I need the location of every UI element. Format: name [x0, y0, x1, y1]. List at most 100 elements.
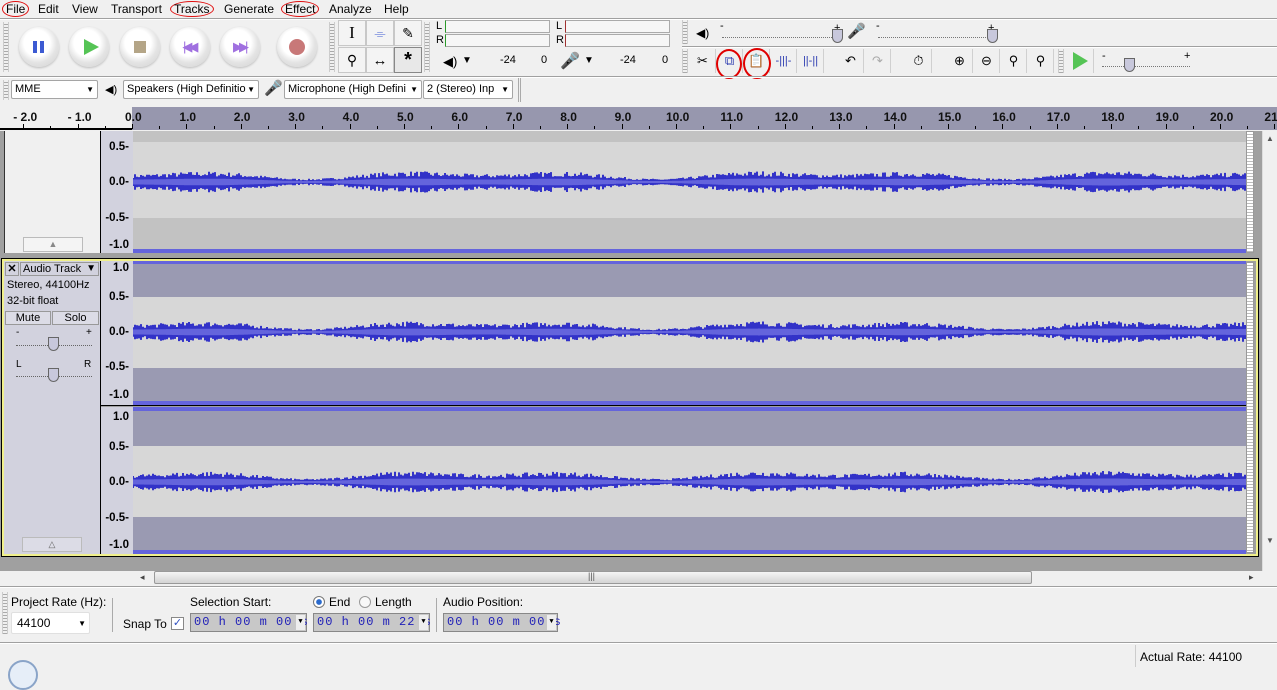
- collapse-track-button[interactable]: △: [22, 537, 82, 552]
- gain-slider-thumb[interactable]: [48, 337, 59, 351]
- skip-to-end-button[interactable]: ▶▶|: [220, 27, 260, 67]
- close-track-button[interactable]: ✕: [5, 262, 19, 276]
- menu-tracks[interactable]: Tracks: [170, 1, 214, 17]
- menu-help[interactable]: Help: [382, 2, 411, 16]
- silence-audio-button[interactable]: ||-||: [798, 49, 824, 73]
- toolbar-grip[interactable]: [682, 49, 688, 73]
- menu-transport[interactable]: Transport: [109, 2, 164, 16]
- track2-right-waveform[interactable]: [133, 407, 1246, 554]
- undo-button[interactable]: ↶: [838, 49, 864, 73]
- sync-lock-button[interactable]: ⏱: [906, 49, 932, 73]
- output-device-value: Speakers (High Definitio: [127, 83, 246, 95]
- output-volume-slider[interactable]: [722, 37, 840, 38]
- host-select[interactable]: MME ▼: [11, 80, 98, 99]
- input-device-select[interactable]: Microphone (High Defini ▼: [284, 80, 422, 99]
- scroll-down-icon[interactable]: ▼: [1266, 536, 1274, 545]
- multi-tool[interactable]: *: [394, 47, 422, 73]
- record-meter-left[interactable]: [565, 20, 670, 33]
- selection-tool[interactable]: I: [338, 20, 366, 46]
- mute-button[interactable]: Mute: [5, 311, 51, 325]
- ruler-tick-label: 11.0: [720, 110, 744, 124]
- input-channels-select[interactable]: 2 (Stereo) Inp ▼: [423, 80, 513, 99]
- track2-resize-handle[interactable]: [1246, 262, 1254, 553]
- track2-right-vertical-ruler: 1.0 0.5- 0.0- -0.5- -1.0: [101, 407, 133, 554]
- track1-resize-handle[interactable]: [1246, 131, 1254, 253]
- snap-to-checkbox[interactable]: ✓: [171, 617, 184, 630]
- skip-to-start-button[interactable]: |◀◀: [170, 27, 210, 67]
- chevron-down-icon[interactable]: ▼: [419, 615, 428, 630]
- redo-button[interactable]: ↷: [865, 49, 891, 73]
- zoom-out-button[interactable]: ⊖: [974, 49, 1000, 73]
- end-label: End: [329, 595, 351, 609]
- waveform-baseline: [133, 401, 1246, 405]
- pause-button[interactable]: [19, 27, 59, 67]
- trim-button[interactable]: ✂: [690, 49, 716, 73]
- vertical-scrollbar[interactable]: ▲ ▼: [1262, 131, 1277, 571]
- record-meter-right[interactable]: [565, 34, 670, 47]
- trim-audio-button[interactable]: -|||-: [771, 49, 797, 73]
- chevron-down-icon[interactable]: ▼: [547, 615, 556, 630]
- toolbar-grip[interactable]: [682, 20, 688, 44]
- pan-right-label: R: [84, 359, 92, 370]
- fit-selection-button[interactable]: ⚲: [1001, 49, 1027, 73]
- menu-analyze[interactable]: Analyze: [327, 2, 374, 16]
- menu-effect[interactable]: Effect: [281, 1, 320, 17]
- toolbar-grip[interactable]: [424, 22, 430, 72]
- play-button[interactable]: [69, 27, 109, 67]
- playback-meter-right[interactable]: [445, 34, 550, 47]
- ruler-tick-label: 5.0: [397, 110, 414, 124]
- toolbar-grip[interactable]: [3, 22, 9, 72]
- output-volume-thumb[interactable]: [832, 29, 843, 43]
- selection-end-time[interactable]: 00 h 00 m 22 s ▼: [313, 613, 431, 632]
- toolbar-grip[interactable]: [3, 80, 9, 100]
- toolbar-grip[interactable]: [2, 592, 8, 634]
- stop-button[interactable]: [120, 27, 160, 67]
- divider: [436, 598, 437, 632]
- speed-plus: +: [1184, 50, 1191, 62]
- vruler-label: -0.5-: [105, 361, 129, 373]
- track1-waveform[interactable]: [133, 131, 1246, 253]
- solo-button[interactable]: Solo: [52, 311, 99, 325]
- zoom-tool[interactable]: ⚲: [338, 47, 366, 73]
- menu-file[interactable]: File: [2, 1, 30, 17]
- record-meter-menu[interactable]: ▼: [584, 55, 594, 66]
- output-device-select[interactable]: Speakers (High Definitio ▼: [123, 80, 259, 99]
- redo-icon: ↷: [872, 53, 883, 68]
- toolbar-grip[interactable]: [329, 22, 335, 72]
- toolbar-grip[interactable]: [1058, 49, 1064, 73]
- selection-start-time[interactable]: 00 h 00 m 00 s ▼: [190, 613, 308, 632]
- collapse-track-button[interactable]: ▲: [23, 237, 83, 252]
- play-speed-slider[interactable]: [1102, 66, 1190, 67]
- end-radio[interactable]: [313, 596, 325, 608]
- track2-left-waveform[interactable]: [133, 261, 1246, 406]
- project-rate-select[interactable]: 44100 ▼: [11, 612, 90, 634]
- time-shift-tool[interactable]: ↔: [366, 47, 394, 73]
- horizontal-scrollbar[interactable]: ◂ ||| ▸: [0, 571, 1262, 585]
- playback-meter-menu[interactable]: ▼: [462, 55, 472, 66]
- ruler-major-tick: [1274, 124, 1276, 129]
- scissors-icon: ✂: [697, 53, 708, 68]
- input-volume-slider[interactable]: [878, 37, 996, 38]
- scroll-right-icon[interactable]: ▸: [1249, 572, 1254, 583]
- record-button[interactable]: [277, 27, 317, 67]
- menu-edit[interactable]: Edit: [36, 2, 61, 16]
- chevron-down-icon: ▼: [86, 263, 96, 274]
- draw-tool[interactable]: ✎: [394, 20, 422, 46]
- menu-generate[interactable]: Generate: [222, 2, 276, 16]
- play-at-speed-button[interactable]: [1068, 49, 1094, 73]
- chevron-down-icon[interactable]: ▼: [296, 615, 305, 630]
- play-speed-thumb[interactable]: [1124, 58, 1135, 72]
- scroll-up-icon[interactable]: ▲: [1266, 134, 1274, 143]
- playback-meter-left[interactable]: [445, 20, 550, 33]
- fit-project-button[interactable]: ⚲: [1028, 49, 1054, 73]
- pan-slider-thumb[interactable]: [48, 368, 59, 382]
- envelope-tool[interactable]: ⌯: [366, 20, 394, 46]
- audio-position-time[interactable]: 00 h 00 m 00 s ▼: [443, 613, 561, 632]
- menu-view[interactable]: View: [70, 2, 100, 16]
- length-radio[interactable]: [359, 596, 371, 608]
- horizontal-scroll-thumb[interactable]: |||: [154, 571, 1032, 584]
- zoom-in-button[interactable]: ⊕: [947, 49, 973, 73]
- input-volume-thumb[interactable]: [987, 29, 998, 43]
- scroll-left-icon[interactable]: ◂: [140, 572, 145, 583]
- track-name-menu[interactable]: Audio Track ▼: [20, 262, 99, 276]
